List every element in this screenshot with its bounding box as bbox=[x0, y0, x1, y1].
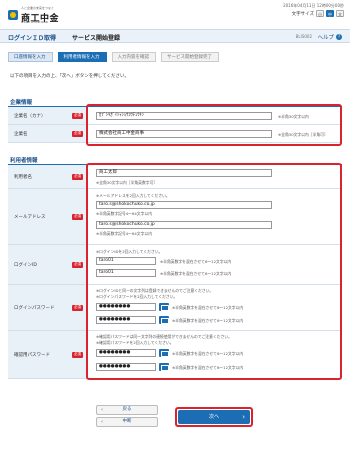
login-password-label-cell: ログインパスワード 必須 bbox=[8, 285, 88, 330]
step-user-info: 利用者情報を入力 bbox=[57, 52, 107, 62]
login-id-confirm-input[interactable]: taro01 bbox=[96, 269, 156, 277]
software-keyboard-icon[interactable] bbox=[159, 303, 169, 311]
login-id-note: ※半角英数字を混在させて6〜12文字以内 bbox=[160, 259, 232, 264]
software-keyboard-icon[interactable] bbox=[159, 349, 169, 357]
login-id-row: ログインID 必須 ※ログインIDを2回入力してください。 taro01 ※半角… bbox=[8, 245, 342, 285]
company-kana-label: 企業名（カナ） bbox=[14, 113, 46, 119]
confirm-password-label: 確認用パスワード bbox=[14, 352, 50, 358]
next-button-label: 次へ bbox=[208, 414, 219, 420]
font-size-large-button[interactable]: 大 bbox=[336, 10, 344, 17]
step-confirm: 入力内容を確認 bbox=[111, 52, 156, 62]
email-note: ※半角英数字記号4〜64文字以内 bbox=[96, 211, 152, 216]
login-id-label-cell: ログインID 必須 bbox=[8, 245, 88, 284]
font-size-medium-button[interactable]: 中 bbox=[326, 10, 334, 17]
login-id-label: ログインID bbox=[14, 262, 37, 268]
software-keyboard-icon[interactable] bbox=[159, 316, 169, 324]
logo-tagline: 人と企業の未来をつなぐ bbox=[21, 6, 55, 10]
confirm-password-label-cell: 確認用パスワード 必須 bbox=[8, 331, 88, 378]
user-section-title: 利用者情報 bbox=[10, 158, 38, 164]
confirm-password-row: 確認用パスワード 必須 ※確認用パスワードは同一文字列の連続使用ができませんので… bbox=[8, 331, 342, 379]
confirm-password-note: ※半角英数字を混在させて6〜12文字以内 bbox=[172, 351, 244, 356]
cancel-button-label: 中断 bbox=[122, 419, 132, 424]
required-badge: 必須 bbox=[72, 173, 83, 180]
required-badge: 必須 bbox=[72, 213, 83, 220]
username-row: 利用者名 必須 商工太郎 ※全角30文字以内［半角英数字可］ bbox=[8, 165, 342, 189]
required-badge: 必須 bbox=[72, 261, 83, 268]
service-title: ログインＩＤ取得 bbox=[8, 35, 57, 42]
login-password-row: ログインパスワード 必須 ※ログインIDと同一の文字列は登録できませんのでご注意… bbox=[8, 285, 342, 331]
login-password-note: ※半角英数字を混在させて6〜12文字以内 bbox=[172, 305, 244, 310]
back-button-label: 戻る bbox=[122, 407, 132, 412]
instruction-text: 以下の項目を入力の上、「次へ」ボタンを押してください。 bbox=[10, 74, 129, 79]
username-label: 利用者名 bbox=[14, 174, 32, 180]
next-button[interactable]: 次へ › bbox=[178, 410, 250, 424]
required-badge: 必須 bbox=[72, 130, 83, 137]
company-name-label-cell: 企業名 必須 bbox=[8, 125, 88, 142]
email-input[interactable]: taro.s@shokochuko.co.jp bbox=[96, 201, 272, 209]
company-section-title: 企業情報 bbox=[10, 100, 33, 106]
screen-code: BLIS002 bbox=[295, 34, 312, 39]
font-size-switcher: 文字サイズ 小 中 大 bbox=[292, 10, 344, 17]
email-row: メールアドレス 必須 ※メールアドレスを2回入力してください。 taro.s@s… bbox=[8, 189, 342, 245]
required-badge: 必須 bbox=[72, 304, 83, 311]
chevron-right-icon: › bbox=[242, 413, 245, 421]
username-label-cell: 利用者名 必須 bbox=[8, 165, 88, 188]
step-account-info: 口座情報を入力 bbox=[8, 52, 53, 62]
email-label: メールアドレス bbox=[14, 214, 46, 220]
font-size-small-button[interactable]: 小 bbox=[316, 10, 324, 17]
required-badge: 必須 bbox=[72, 112, 83, 119]
company-name-input[interactable]: 株式会社商工中金商事 bbox=[96, 130, 272, 138]
company-name-note: ※全角30文字以内［半角可］ bbox=[278, 132, 328, 137]
confirm-password-input[interactable]: ●●●●●●●● bbox=[96, 349, 156, 357]
company-name-label: 企業名 bbox=[14, 131, 28, 137]
login-id-confirm-note: ※半角英数字を混在させて6〜12文字以内 bbox=[160, 271, 232, 276]
confirm-password-confirm-input[interactable]: ●●●●●●●● bbox=[96, 363, 156, 371]
logo-english: SHOKO CHUKIN BANK bbox=[21, 21, 49, 24]
email-confirm-note: ※半角英数字記号4〜64文字以内 bbox=[96, 231, 152, 236]
login-id-input[interactable]: taro01 bbox=[96, 257, 156, 265]
header: 人と企業の未来をつなぐ 商工中金 SHOKO CHUKIN BANK 2016年… bbox=[0, 0, 350, 28]
username-input[interactable]: 商工太郎 bbox=[96, 169, 272, 177]
cancel-button[interactable]: ‹ 中断 bbox=[96, 417, 158, 427]
progress-steps: 口座情報を入力 利用者情報を入力 入力内容を確認 サービス開始登録完了 bbox=[8, 52, 342, 62]
title-bar: ログインＩＤ取得 サービス開始登録 BLIS002 ヘルプ ? bbox=[0, 29, 350, 43]
back-button[interactable]: ‹ 戻る bbox=[96, 405, 158, 415]
email-label-cell: メールアドレス 必須 bbox=[8, 189, 88, 244]
company-kana-label-cell: 企業名（カナ） 必須 bbox=[8, 107, 88, 124]
company-kana-row: 企業名（カナ） 必須 ｶﾌﾞｼｷｶﾞｲｼｬｼｮｳｺｳﾁｭｳｷﾝ ※半角30文字以… bbox=[8, 107, 342, 125]
company-kana-input[interactable]: ｶﾌﾞｼｷｶﾞｲｼｬｼｮｳｺｳﾁｭｳｷﾝ bbox=[96, 112, 272, 120]
help-label: ヘルプ bbox=[317, 35, 334, 41]
font-size-label: 文字サイズ bbox=[291, 11, 314, 17]
login-password-input[interactable]: ●●●●●●●● bbox=[96, 303, 156, 311]
current-datetime: 2016年04月11日 12時00分00秒 bbox=[283, 3, 344, 8]
confirm-password-confirm-note: ※半角英数字を混在させて6〜12文字以内 bbox=[172, 365, 244, 370]
login-password-confirm-input[interactable]: ●●●●●●●● bbox=[96, 316, 156, 324]
login-password-confirm-note: ※半角英数字を混在させて6〜12文字以内 bbox=[172, 318, 244, 323]
chevron-left-icon: ‹ bbox=[101, 407, 103, 413]
chevron-left-icon: ‹ bbox=[101, 419, 103, 425]
company-name-row: 企業名 必須 株式会社商工中金商事 ※全角30文字以内［半角可］ bbox=[8, 125, 342, 143]
company-kana-note: ※半角30文字以内 bbox=[278, 114, 309, 119]
confirm-password-hint-2: ※確認用パスワードを2回入力してください。 bbox=[96, 340, 174, 345]
page-title: サービス開始登録 bbox=[72, 35, 121, 42]
step-complete: サービス開始登録完了 bbox=[161, 52, 219, 62]
required-badge: 必須 bbox=[72, 351, 83, 358]
login-password-label: ログインパスワード bbox=[14, 305, 55, 311]
login-id-hint: ※ログインIDを2回入力してください。 bbox=[96, 249, 163, 254]
email-hint: ※メールアドレスを2回入力してください。 bbox=[96, 193, 170, 198]
bank-logo-icon bbox=[8, 10, 18, 20]
username-note: ※全角30文字以内［半角英数字可］ bbox=[96, 180, 158, 185]
bank-logo[interactable]: 人と企業の未来をつなぐ 商工中金 SHOKO CHUKIN BANK bbox=[8, 4, 59, 24]
help-link[interactable]: ヘルプ ? bbox=[317, 33, 342, 41]
email-confirm-input[interactable]: taro.s@shokochuko.co.jp bbox=[96, 221, 272, 229]
software-keyboard-icon[interactable] bbox=[159, 363, 169, 371]
help-icon: ? bbox=[336, 34, 342, 40]
login-password-hint-2: ※ログインパスワードを2回入力してください。 bbox=[96, 294, 178, 299]
